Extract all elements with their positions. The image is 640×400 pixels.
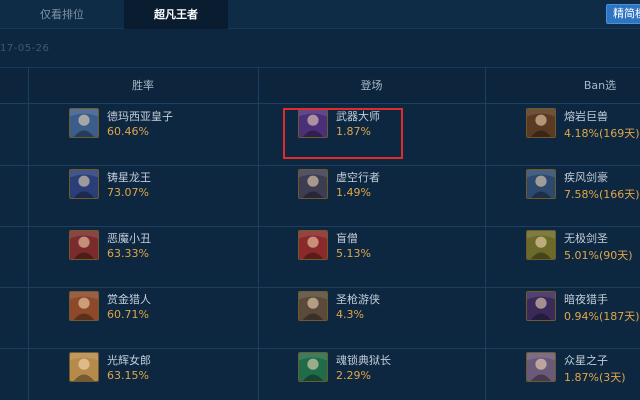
stat-value: 4.3% xyxy=(336,308,364,321)
champion-name: 恶魔小丑 xyxy=(107,232,151,245)
champion-name: 无极剑圣 xyxy=(564,232,608,245)
champion-portrait-icon[interactable] xyxy=(526,108,556,138)
table-cell[interactable]: 圣枪游侠 4.3% xyxy=(298,277,468,338)
stat-value: 63.33% xyxy=(107,247,149,260)
champion-portrait-icon[interactable] xyxy=(526,230,556,260)
stat-value: 1.49% xyxy=(336,186,371,199)
champion-name: 魂锁典狱长 xyxy=(336,354,391,367)
champion-portrait-icon[interactable] xyxy=(69,291,99,321)
table-cell[interactable]: 熔岩巨兽 4.18%(169天) xyxy=(526,94,640,155)
stat-value: 5.01%(90天) xyxy=(564,249,633,262)
date-label: 17-05-26 xyxy=(0,43,50,54)
table-cell[interactable]: 光辉女郎 63.15% xyxy=(69,338,239,399)
table-cell[interactable]: 铸星龙王 73.07% xyxy=(69,155,239,216)
table-cell[interactable]: 众星之子 1.87%(3天) xyxy=(526,338,640,399)
column-divider xyxy=(485,67,486,400)
champion-portrait-icon[interactable] xyxy=(69,230,99,260)
table-cell[interactable]: 无极剑圣 5.01%(90天) xyxy=(526,216,640,277)
champion-name: 铸星龙王 xyxy=(107,171,151,184)
champion-name: 众星之子 xyxy=(564,354,608,367)
highlight-box xyxy=(283,108,403,159)
champion-portrait-icon[interactable] xyxy=(298,230,328,260)
stat-value: 7.58%(166天) xyxy=(564,188,640,201)
table-cell[interactable]: 盲僧 5.13% xyxy=(298,216,468,277)
table-cell[interactable]: 虚空行者 1.49% xyxy=(298,155,468,216)
tab-challenger[interactable]: 超凡王者 xyxy=(124,0,228,29)
tab-ranked-only[interactable]: 仅看排位 xyxy=(0,0,124,29)
table-cell[interactable]: 恶魔小丑 63.33% xyxy=(69,216,239,277)
champion-portrait-icon[interactable] xyxy=(298,291,328,321)
champion-name: 暗夜猎手 xyxy=(564,293,608,306)
champion-portrait-icon[interactable] xyxy=(69,352,99,382)
champion-name: 德玛西亚皇子 xyxy=(107,110,173,123)
stat-value: 2.29% xyxy=(336,369,371,382)
table-cell[interactable]: 疾风剑豪 7.58%(166天) xyxy=(526,155,640,216)
stat-value: 0.94%(187天) xyxy=(564,310,640,323)
table-cell[interactable]: 德玛西亚皇子 60.46% xyxy=(69,94,239,155)
champion-name: 疾风剑豪 xyxy=(564,171,608,184)
champion-name: 圣枪游侠 xyxy=(336,293,380,306)
table-cell[interactable]: 魂锁典狱长 2.29% xyxy=(298,338,468,399)
champion-portrait-icon[interactable] xyxy=(298,352,328,382)
stat-value: 73.07% xyxy=(107,186,149,199)
column-divider xyxy=(28,67,29,400)
table-cell[interactable]: 赏金猎人 60.71% xyxy=(69,277,239,338)
champion-portrait-icon[interactable] xyxy=(526,169,556,199)
champion-portrait-icon[interactable] xyxy=(69,169,99,199)
tab-bar: 仅看排位 超凡王者 精简模式 xyxy=(0,0,640,29)
champion-name: 熔岩巨兽 xyxy=(564,110,608,123)
stat-value: 1.87%(3天) xyxy=(564,371,626,384)
champion-portrait-icon[interactable] xyxy=(298,169,328,199)
champion-name: 盲僧 xyxy=(336,232,358,245)
champion-portrait-icon[interactable] xyxy=(69,108,99,138)
stat-value: 60.46% xyxy=(107,125,149,138)
champion-name: 虚空行者 xyxy=(336,171,380,184)
stat-value: 60.71% xyxy=(107,308,149,321)
column-divider xyxy=(258,67,259,400)
stat-value: 63.15% xyxy=(107,369,149,382)
champion-name: 赏金猎人 xyxy=(107,293,151,306)
stat-value: 4.18%(169天) xyxy=(564,127,640,140)
champion-portrait-icon[interactable] xyxy=(526,352,556,382)
stat-value: 5.13% xyxy=(336,247,371,260)
simple-mode-button[interactable]: 精简模式 xyxy=(606,4,640,24)
champion-portrait-icon[interactable] xyxy=(526,291,556,321)
table-cell[interactable]: 暗夜猎手 0.94%(187天) xyxy=(526,277,640,338)
champion-name: 光辉女郎 xyxy=(107,354,151,367)
